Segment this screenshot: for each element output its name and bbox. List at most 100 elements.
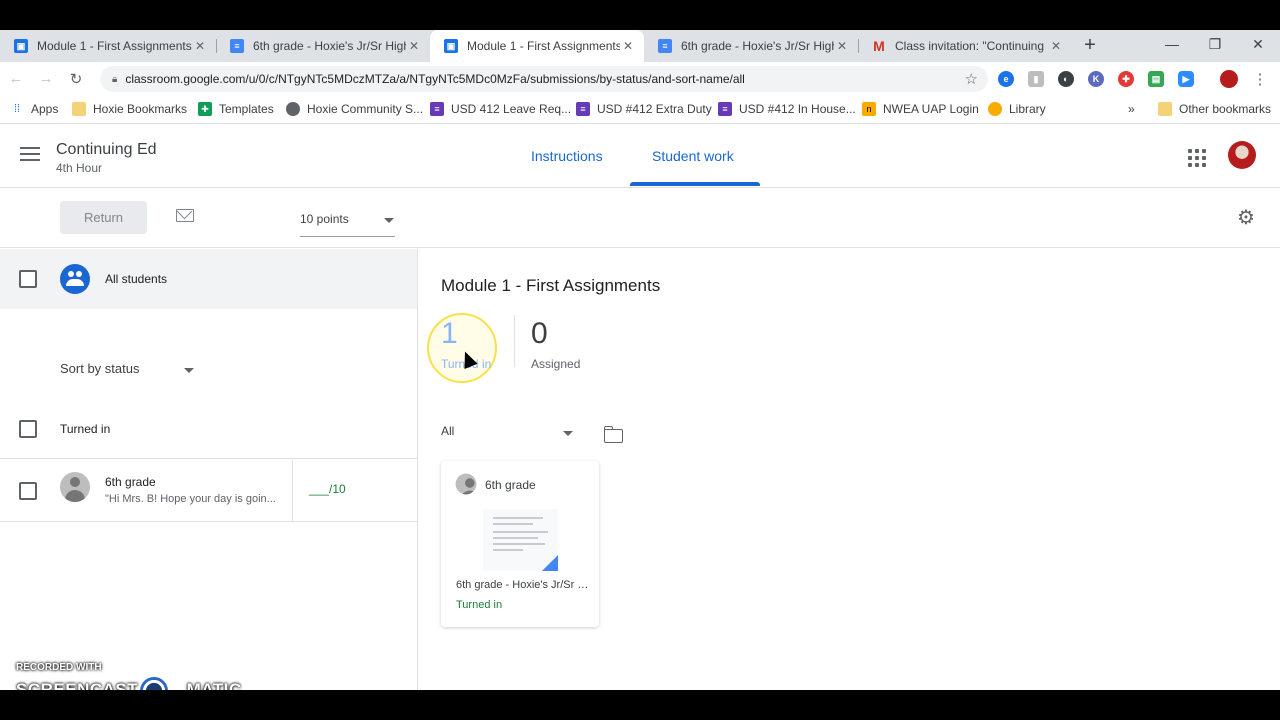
- browser-window: ▣ Module 1 - First Assignments ✕ ≡ 6th g…: [0, 30, 1280, 690]
- profile-icon[interactable]: [1220, 70, 1238, 88]
- folder-icon: [1158, 102, 1172, 116]
- extension-icon[interactable]: ✚: [1118, 71, 1134, 87]
- return-button[interactable]: Return: [60, 201, 147, 234]
- more-icon[interactable]: ⋮: [1250, 70, 1270, 88]
- browser-tab[interactable]: ▣ Module 1 - First Assignments ✕: [0, 30, 216, 62]
- document-thumbnail[interactable]: [483, 509, 558, 571]
- extension-icon[interactable]: K: [1088, 71, 1104, 87]
- watermark-left: SCREENCAST: [16, 680, 139, 690]
- bookmark-label: Hoxie Bookmarks: [93, 102, 188, 116]
- avatar: [60, 472, 90, 502]
- bookmark-apps[interactable]: ⁞⁞ Apps: [10, 102, 58, 116]
- caret-down-icon: [384, 218, 394, 223]
- student-list-panel: All students Sort by status Turned in 6t…: [0, 249, 418, 690]
- card-student-name: 6th grade: [485, 478, 536, 492]
- student-checkbox[interactable]: [19, 482, 37, 500]
- restore-icon[interactable]: ❐: [1205, 36, 1225, 53]
- select-section-checkbox[interactable]: [19, 420, 37, 438]
- course-name[interactable]: Continuing Ed: [56, 141, 157, 159]
- forms-icon: ≡: [718, 102, 732, 116]
- bookmark-label: NWEA UAP Login: [883, 102, 979, 116]
- bookmark-item[interactable]: ≡ USD #412 Extra Duty: [576, 102, 712, 116]
- avatar[interactable]: [1228, 141, 1256, 169]
- close-icon[interactable]: ✕: [406, 39, 422, 53]
- table-row[interactable]: 6th grade "Hi Mrs. B! Hope your day is g…: [0, 460, 417, 522]
- card-status: Turned in: [456, 599, 503, 611]
- bookmark-label: Templates: [219, 102, 274, 116]
- bookmark-item[interactable]: Hoxie Community S...: [286, 102, 423, 116]
- tab-title: Module 1 - First Assignments: [467, 39, 620, 53]
- browser-tab[interactable]: M Class invitation: "Continuing Ed ✕: [858, 30, 1072, 62]
- bookmark-label: Apps: [31, 102, 59, 116]
- all-students-label: All students: [105, 272, 168, 286]
- watermark-brand: SCREENCAST MATIC: [16, 680, 242, 690]
- gear-icon[interactable]: ⚙: [1236, 208, 1256, 228]
- address-bar[interactable]: 🔒︎ classroom.google.com/u/0/c/NTgyNTc5MD…: [100, 66, 988, 92]
- email-icon[interactable]: [176, 209, 194, 222]
- bookmarks-overflow-button[interactable]: »: [1128, 102, 1135, 116]
- classroom-header: Continuing Ed 4th Hour Instructions Stud…: [0, 125, 1280, 188]
- browser-tab-active[interactable]: ▣ Module 1 - First Assignments ✕: [430, 30, 644, 62]
- submissions-panel: Module 1 - First Assignments 1 Turned in…: [419, 249, 1280, 690]
- extension-icon[interactable]: ▤: [1148, 71, 1164, 87]
- close-icon[interactable]: ✕: [192, 39, 208, 53]
- student-comment: "Hi Mrs. B! Hope your day is goin...: [105, 493, 276, 505]
- browser-tab[interactable]: ≡ 6th grade - Hoxie's Jr/Sr High ✕: [216, 30, 430, 62]
- bookmark-item[interactable]: ✚ Templates: [198, 102, 274, 116]
- select-all-checkbox[interactable]: [19, 270, 37, 288]
- points-select[interactable]: 10 points: [300, 212, 395, 237]
- other-bookmarks[interactable]: Other bookmarks: [1158, 102, 1271, 116]
- browser-tab[interactable]: ≡ 6th grade - Hoxie's Jr/Sr High ✕: [644, 30, 858, 62]
- divider: [514, 315, 515, 367]
- forward-icon[interactable]: →: [36, 70, 56, 87]
- filter-select[interactable]: All: [441, 424, 576, 438]
- tab-title: Class invitation: "Continuing Ed: [895, 39, 1048, 53]
- window-close-icon[interactable]: ✕: [1248, 36, 1268, 53]
- extension-icon[interactable]: ▮: [1028, 71, 1044, 87]
- grade-input[interactable]: ___/10: [309, 482, 346, 496]
- grade-cell[interactable]: ___/10: [292, 460, 417, 521]
- minimize-icon[interactable]: —: [1162, 36, 1182, 52]
- student-name: 6th grade: [105, 475, 156, 489]
- extension-icon[interactable]: e: [998, 71, 1014, 87]
- close-icon[interactable]: ✕: [620, 39, 636, 53]
- new-tab-button[interactable]: +: [1080, 35, 1100, 56]
- star-icon[interactable]: ☆: [965, 70, 978, 88]
- sort-select[interactable]: Sort by status: [60, 361, 139, 376]
- classroom-icon: ▣: [444, 39, 458, 53]
- close-icon[interactable]: ✕: [834, 39, 850, 53]
- assigned-label[interactable]: Assigned: [531, 357, 580, 371]
- submission-card[interactable]: 6th grade 6th grade - Hoxie's Jr/Sr High…: [441, 461, 599, 627]
- bookmark-item[interactable]: Hoxie Bookmarks: [72, 102, 187, 116]
- menu-icon[interactable]: [20, 147, 40, 163]
- tab-student-work[interactable]: Student work: [652, 148, 734, 164]
- classroom-icon: ▣: [14, 39, 28, 53]
- extension-icon[interactable]: ◐: [1058, 71, 1074, 87]
- bookmarks-bar: ⁞⁞ Apps Hoxie Bookmarks ✚ Templates Hoxi…: [0, 96, 1280, 124]
- tab-strip: ▣ Module 1 - First Assignments ✕ ≡ 6th g…: [0, 30, 1280, 62]
- caret-down-icon: [184, 368, 194, 373]
- globe-icon: [286, 102, 300, 116]
- action-bar: Return 10 points ⚙: [0, 188, 1280, 248]
- bookmark-label: Hoxie Community S...: [307, 102, 424, 116]
- bookmark-item[interactable]: Library: [988, 102, 1046, 116]
- group-icon: [60, 264, 90, 294]
- bookmark-item[interactable]: n NWEA UAP Login: [862, 102, 979, 116]
- folder-icon: [72, 102, 86, 116]
- close-icon[interactable]: ✕: [1048, 39, 1064, 53]
- back-icon[interactable]: ←: [6, 70, 26, 87]
- assigned-count[interactable]: 0: [531, 317, 548, 351]
- turned-in-count[interactable]: 1: [441, 317, 458, 351]
- zoom-icon[interactable]: ▶: [1178, 71, 1194, 87]
- bookmark-item[interactable]: ≡ USD 412 Leave Req...: [430, 102, 571, 116]
- url-text: classroom.google.com/u/0/c/NTgyNTc5MDczM…: [125, 72, 745, 86]
- folder-icon[interactable]: [603, 426, 623, 443]
- reload-icon[interactable]: ↻: [66, 70, 86, 88]
- tab-instructions[interactable]: Instructions: [531, 148, 603, 164]
- apps-grid-icon: ⁞⁞: [13, 103, 21, 115]
- bookmark-item[interactable]: ≡ USD #412 In House...: [718, 102, 856, 116]
- bookmark-label: USD 412 Leave Req...: [451, 102, 572, 116]
- assignment-title: Module 1 - First Assignments: [441, 276, 661, 295]
- google-apps-icon[interactable]: [1188, 149, 1206, 167]
- all-students-row[interactable]: All students: [0, 249, 417, 309]
